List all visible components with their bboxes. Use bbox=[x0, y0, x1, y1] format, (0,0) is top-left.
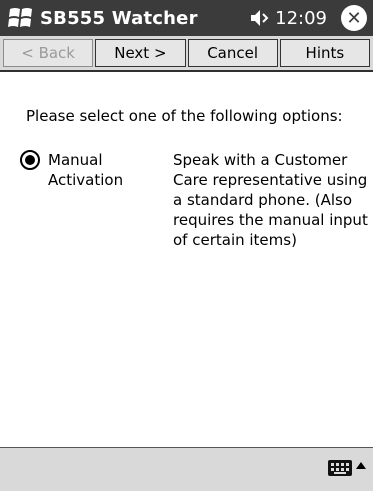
radio-selected-dot bbox=[25, 155, 35, 165]
next-button[interactable]: Next > bbox=[95, 39, 186, 67]
clock[interactable]: 12:09 bbox=[275, 8, 327, 29]
manual-activation-radio[interactable] bbox=[20, 150, 40, 170]
up-arrow-icon[interactable] bbox=[356, 462, 366, 469]
input-bar bbox=[0, 447, 373, 491]
speaker-icon[interactable] bbox=[249, 8, 271, 28]
title-bar: SB555 Watcher 12:09 ✕ bbox=[0, 0, 373, 36]
close-icon[interactable]: ✕ bbox=[341, 5, 367, 31]
manual-activation-description: Speak with a Customer Care representativ… bbox=[173, 151, 368, 249]
manual-activation-label[interactable]: Manual Activation bbox=[48, 150, 158, 190]
cancel-button[interactable]: Cancel bbox=[187, 39, 278, 67]
instruction-text: Please select one of the following optio… bbox=[26, 107, 343, 125]
back-button[interactable]: < Back bbox=[3, 39, 94, 67]
app-title: SB555 Watcher bbox=[40, 7, 198, 29]
windows-flag-icon[interactable] bbox=[6, 4, 36, 32]
keyboard-icon[interactable] bbox=[328, 460, 352, 476]
hints-button[interactable]: Hints bbox=[279, 39, 370, 67]
wizard-toolbar: < Back Next > Cancel Hints bbox=[0, 36, 373, 72]
